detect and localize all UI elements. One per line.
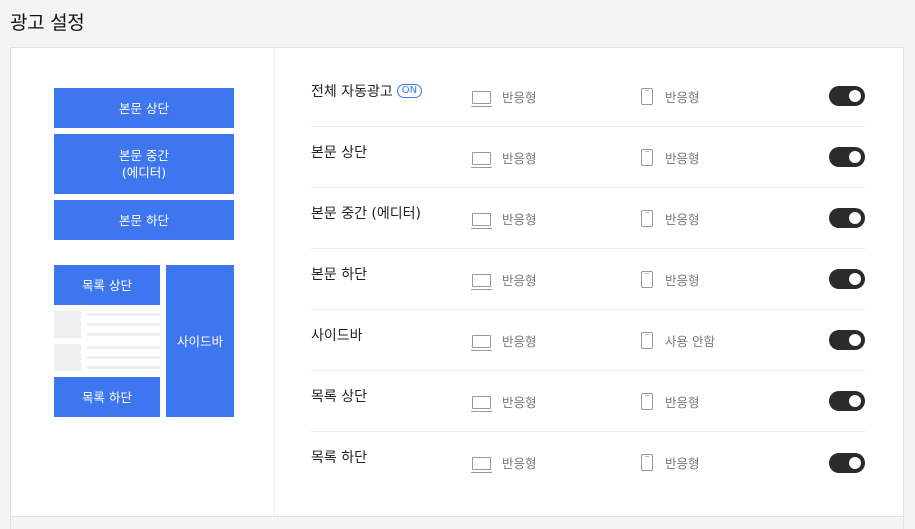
laptop-icon <box>471 273 492 290</box>
toggle-knob <box>849 456 861 469</box>
mobile-setting-value: 반응형 <box>665 150 700 166</box>
mobile-setting[interactable]: 사용 안함 <box>641 310 715 370</box>
laptop-icon <box>471 457 492 473</box>
setting-row-auto-ads: 전체 자동광고 ON 반응형 반응형 <box>311 66 865 127</box>
pc-setting[interactable]: 반응형 <box>471 310 537 370</box>
smartphone-icon <box>641 331 653 349</box>
toggle-knob <box>849 273 861 285</box>
enable-toggle[interactable] <box>829 208 865 228</box>
preview-slot-label: (에디터) <box>121 165 167 180</box>
setting-label-text: 전체 자동광고 <box>311 84 393 100</box>
setting-row-label: 전체 자동광고 ON <box>311 81 423 101</box>
pc-setting-value: 반응형 <box>502 333 537 349</box>
toggle-knob <box>849 151 861 163</box>
list-item-line <box>87 356 160 359</box>
enable-toggle[interactable] <box>829 391 865 411</box>
page-title: 광고 설정 <box>10 12 85 34</box>
panel-footer-strip <box>10 517 904 529</box>
list-item-line <box>87 313 160 316</box>
setting-row-body-middle: 본문 중간 (에디터) 반응형 반응형 <box>311 188 865 249</box>
pc-setting-value: 반응형 <box>502 394 537 410</box>
pc-setting-value: 반응형 <box>502 150 537 166</box>
preview-slot-label: 본문 상단 <box>119 100 169 116</box>
mobile-setting[interactable]: 반응형 <box>641 432 700 493</box>
pc-setting-value: 반응형 <box>502 211 537 227</box>
enable-toggle[interactable] <box>829 330 865 350</box>
smartphone-icon <box>641 209 653 227</box>
setting-row-label: 목록 하단 <box>311 450 367 466</box>
laptop-icon <box>471 395 492 412</box>
preview-slot-list-top[interactable]: 목록 상단 <box>54 265 160 305</box>
mobile-setting-value: 반응형 <box>665 89 700 105</box>
setting-row-body-bottom: 본문 하단 반응형 반응형 <box>311 249 865 310</box>
toggle-knob <box>849 395 861 407</box>
pc-setting[interactable]: 반응형 <box>471 127 537 187</box>
preview-slot-body-top[interactable]: 본문 상단 <box>54 88 234 128</box>
setting-row-label: 본문 하단 <box>311 267 367 283</box>
list-item-thumbnail <box>54 311 81 338</box>
laptop-icon <box>471 212 492 229</box>
mobile-setting-value: 반응형 <box>665 394 700 410</box>
on-badge: ON <box>396 84 423 98</box>
ad-layout-preview: 본문 상단 본문 중간 (에디터) 본문 하단 목록 상단 목록 하단 사이드바 <box>11 48 275 516</box>
laptop-icon <box>471 90 492 107</box>
preview-slot-label: 목록 하단 <box>82 389 132 405</box>
preview-slot-body-bottom[interactable]: 본문 하단 <box>54 200 234 240</box>
setting-row-body-top: 본문 상단 반응형 반응형 <box>311 127 865 188</box>
enable-toggle[interactable] <box>829 452 865 473</box>
pc-setting-value: 반응형 <box>502 456 537 471</box>
pc-setting-value: 반응형 <box>502 272 537 288</box>
mobile-setting[interactable]: 반응형 <box>641 66 700 126</box>
enable-toggle[interactable] <box>829 86 865 106</box>
preview-slot-label: 본문 중간 <box>119 148 169 163</box>
ad-settings-list: 전체 자동광고 ON 반응형 반응형 본문 상단 반응형 반응형 본문 중간 (… <box>276 48 903 516</box>
preview-slot-body-middle[interactable]: 본문 중간 (에디터) <box>54 134 234 194</box>
mobile-setting[interactable]: 반응형 <box>641 127 700 187</box>
smartphone-icon <box>641 148 653 166</box>
laptop-icon <box>471 151 492 168</box>
enable-toggle[interactable] <box>829 269 865 289</box>
setting-row-label: 목록 상단 <box>311 389 367 405</box>
setting-row-list-bottom: 목록 하단 반응형 반응형 <box>311 432 865 493</box>
smartphone-icon <box>641 270 653 288</box>
pc-setting[interactable]: 반응형 <box>471 432 537 493</box>
smartphone-icon <box>641 454 653 471</box>
setting-row-label: 본문 상단 <box>311 145 367 161</box>
preview-slot-sidebar[interactable]: 사이드바 <box>166 265 234 417</box>
setting-row-label: 사이드바 <box>311 328 363 344</box>
mobile-setting-value: 반응형 <box>665 456 700 471</box>
preview-slot-list-bottom[interactable]: 목록 하단 <box>54 377 160 417</box>
pc-setting-value: 반응형 <box>502 89 537 105</box>
pc-setting[interactable]: 반응형 <box>471 371 537 431</box>
toggle-knob <box>849 212 861 224</box>
pc-setting[interactable]: 반응형 <box>471 188 537 248</box>
mobile-setting-value: 반응형 <box>665 272 700 288</box>
smartphone-icon <box>641 87 653 105</box>
list-item-line <box>87 366 160 369</box>
mobile-setting-value: 사용 안함 <box>665 333 715 349</box>
pc-setting[interactable]: 반응형 <box>471 249 537 309</box>
mobile-setting[interactable]: 반응형 <box>641 371 700 431</box>
toggle-knob <box>849 334 861 346</box>
preview-slot-label: 본문 하단 <box>119 212 169 228</box>
smartphone-icon <box>641 392 653 410</box>
mobile-setting[interactable]: 반응형 <box>641 249 700 309</box>
setting-row-list-top: 목록 상단 반응형 반응형 <box>311 371 865 432</box>
list-item-line <box>87 346 160 349</box>
preview-slot-label: 사이드바 <box>176 333 223 349</box>
toggle-knob <box>849 90 861 102</box>
ad-settings-panel: 본문 상단 본문 중간 (에디터) 본문 하단 목록 상단 목록 하단 사이드바 <box>10 47 904 517</box>
laptop-icon <box>471 334 492 351</box>
list-item-line <box>87 323 160 326</box>
pc-setting[interactable]: 반응형 <box>471 66 537 126</box>
preview-slot-label: 목록 상단 <box>82 277 132 293</box>
list-item-thumbnail <box>54 344 81 371</box>
setting-row-label: 본문 중간 (에디터) <box>311 206 421 222</box>
list-item-line <box>87 333 160 336</box>
enable-toggle[interactable] <box>829 147 865 167</box>
mobile-setting-value: 반응형 <box>665 211 700 227</box>
setting-row-sidebar: 사이드바 반응형 사용 안함 <box>311 310 865 371</box>
mobile-setting[interactable]: 반응형 <box>641 188 700 248</box>
